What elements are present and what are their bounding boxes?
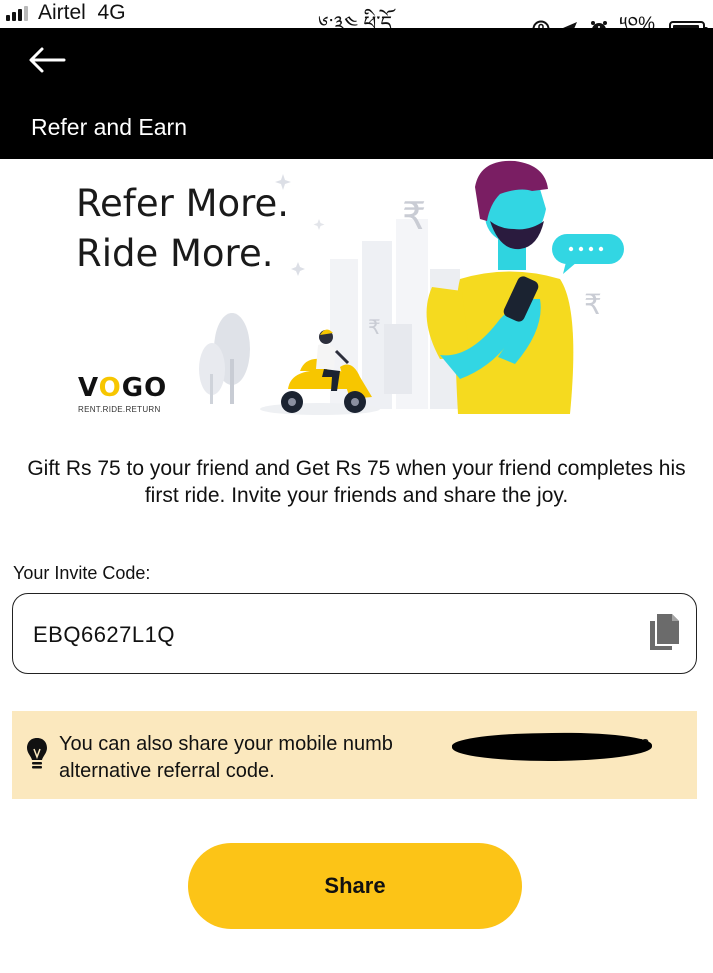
lightbulb-icon: [27, 738, 47, 769]
info-banner: You can also share your mobile numbas an…: [12, 711, 697, 799]
hero-banner: ₹ ₹ ₹ Refer More. Ride More. VOGO RENT.R…: [0, 159, 713, 439]
copy-icon: [650, 614, 679, 650]
invite-code-value[interactable]: EBQ6627L1Q: [33, 622, 175, 648]
status-bar: Airtel 4G ༦:༣༤ ཕྱི་དྲོ ༥༠%: [0, 0, 713, 38]
signal-strength-icon: [6, 5, 28, 21]
hero-headline: Refer More. Ride More.: [76, 179, 289, 279]
arrow-left-icon: [29, 47, 66, 73]
app-header: Refer and Earn: [0, 28, 713, 159]
brand-tagline: RENT.RIDE.RETURN: [78, 405, 161, 414]
network-type: 4G: [97, 1, 126, 24]
headline-line: Refer More.: [76, 182, 290, 225]
vogo-logo: VOGO RENT.RIDE.RETURN: [78, 373, 167, 414]
headline-line: Ride More.: [76, 232, 274, 275]
scooter-illustration: [281, 329, 372, 413]
referral-description: Gift Rs 75 to your friend and Get Rs 75 …: [27, 457, 686, 507]
back-button[interactable]: [26, 44, 68, 76]
rupee-symbol: ₹: [402, 194, 426, 238]
rupee-symbol: ₹: [584, 288, 602, 321]
share-button[interactable]: Share: [188, 843, 522, 929]
invite-code-label: Your Invite Code:: [13, 563, 151, 583]
carrier-name: Airtel 4G: [38, 1, 126, 24]
brand-name: VOGO: [78, 373, 168, 403]
page-title: Refer and Earn: [31, 114, 187, 140]
rupee-symbol: ₹: [368, 315, 381, 339]
copy-button[interactable]: [648, 612, 680, 652]
invite-code-field[interactable]: EBQ6627L1Q: [12, 593, 697, 674]
